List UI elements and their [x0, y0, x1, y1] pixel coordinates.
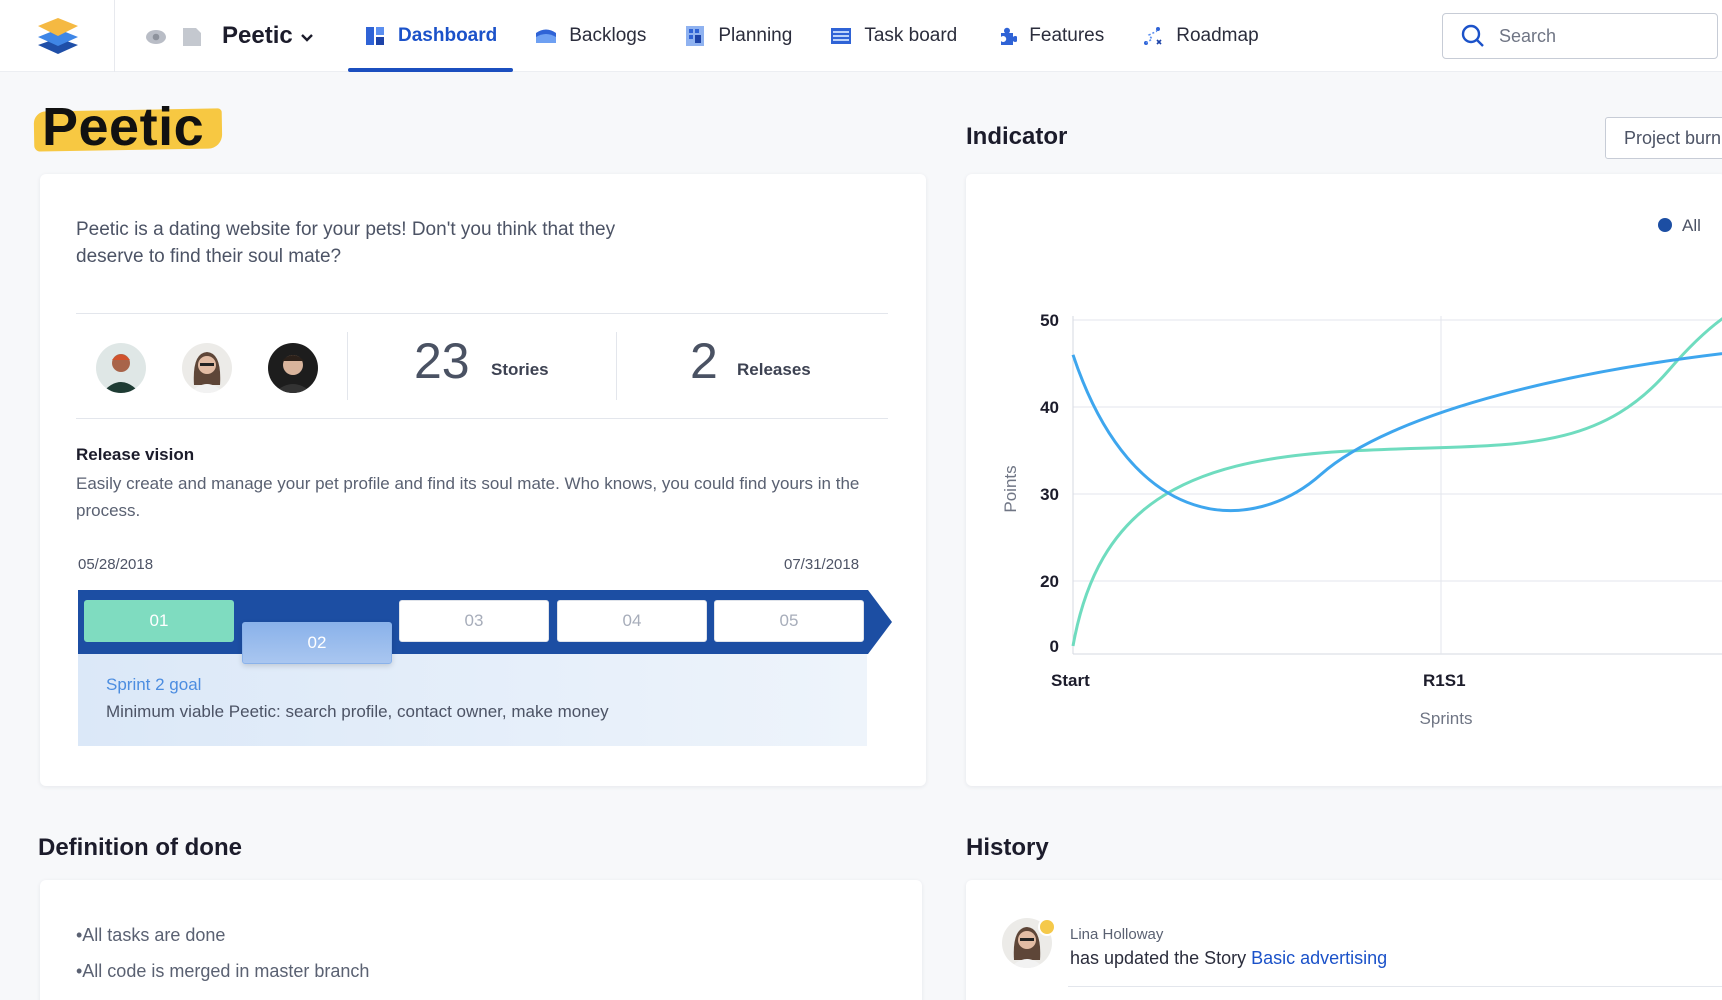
- releases-count: 2: [690, 333, 718, 389]
- stories-label: Stories: [491, 360, 549, 379]
- tab-backlogs-label: Backlogs: [569, 25, 647, 46]
- tab-planning-label: Planning: [718, 25, 793, 46]
- y-tick-label: 30: [1040, 485, 1059, 504]
- release-start-date: 05/28/2018: [78, 556, 154, 573]
- tab-planning[interactable]: Planning: [668, 0, 808, 72]
- divider: [1068, 986, 1722, 987]
- release-end-date: 07/31/2018: [784, 556, 860, 573]
- tab-dashboard-label: Dashboard: [398, 25, 498, 46]
- divider: [76, 418, 888, 419]
- top-navigation-bar: Peetic Dashboard Backlogs Planning Task …: [0, 0, 1722, 72]
- tab-task-board[interactable]: Task board: [814, 0, 973, 72]
- y-tick-label: 20: [1040, 572, 1059, 591]
- sprint-04[interactable]: 04: [557, 600, 707, 642]
- release-vision-title: Release vision: [76, 445, 195, 464]
- backlogs-icon: [536, 29, 557, 43]
- history-entry-text: has updated the Story Basic advertising: [1070, 948, 1387, 969]
- document-icon[interactable]: [183, 28, 201, 46]
- eye-icon[interactable]: [146, 30, 166, 44]
- definition-of-done-title: Definition of done: [38, 834, 242, 861]
- divider: [347, 332, 348, 400]
- x-tick-label: Start: [1051, 671, 1090, 690]
- user-status-badge: [1038, 918, 1056, 936]
- project-description: Peetic is a dating website for your pets…: [76, 219, 616, 267]
- task-board-icon: [831, 28, 852, 44]
- roadmap-icon: [1144, 27, 1162, 45]
- x-axis-label: Sprints: [1420, 709, 1473, 728]
- avatar[interactable]: [182, 343, 232, 393]
- history-title: History: [966, 834, 1049, 861]
- x-tick-label: R1S1: [1423, 671, 1466, 690]
- features-icon: [1001, 27, 1018, 45]
- tab-roadmap[interactable]: Roadmap: [1126, 0, 1274, 72]
- search-icon: [1461, 24, 1484, 47]
- divider: [76, 313, 888, 314]
- release-vision-text: Easily create and manage your pet profil…: [76, 474, 860, 520]
- sprint-goal-text: Minimum viable Peetic: search profile, c…: [106, 702, 609, 721]
- dod-item: •All code is merged in master branch: [76, 961, 370, 981]
- releases-label: Releases: [737, 360, 811, 379]
- history-user: Lina Holloway: [1070, 926, 1164, 943]
- avatar[interactable]: [268, 343, 318, 393]
- y-tick-label: 50: [1040, 311, 1059, 330]
- avatar[interactable]: [96, 343, 146, 393]
- dashboard-icon: [366, 27, 384, 45]
- sprint-goal-panel: [78, 654, 867, 746]
- legend-label: All: [1682, 216, 1701, 235]
- tab-roadmap-label: Roadmap: [1176, 25, 1259, 46]
- chevron-down-icon: [300, 34, 313, 42]
- chart-type-select[interactable]: Project burnup: [1605, 117, 1722, 159]
- search-box[interactable]: [1442, 13, 1718, 59]
- legend-marker: [1658, 218, 1672, 232]
- y-axis-label: Points: [1001, 465, 1020, 512]
- tab-backlogs[interactable]: Backlogs: [519, 0, 662, 72]
- project-selector[interactable]: Peetic: [222, 22, 313, 50]
- indicator-title: Indicator: [966, 123, 1068, 150]
- sprint-02[interactable]: 02: [242, 622, 392, 664]
- y-tick-label: 40: [1040, 398, 1059, 417]
- release-timeline: 01 03 04 05: [78, 590, 892, 654]
- burnup-chart: 020304050StartR1S1R1S2SprintsPointsAll: [1001, 216, 1722, 728]
- sprint-05[interactable]: 05: [714, 600, 864, 642]
- y-tick-label: 0: [1050, 637, 1059, 656]
- project-selector-label: Peetic: [222, 22, 293, 49]
- history-action: has updated the Story: [1070, 948, 1252, 968]
- project-title: Peetic: [33, 97, 223, 157]
- timeline-arrow: [868, 590, 892, 654]
- main-navigation: Dashboard Backlogs Planning Task board F…: [348, 0, 1275, 72]
- app-logo-icon[interactable]: [36, 14, 80, 58]
- dod-item: •All tasks are done: [76, 925, 226, 945]
- tab-dashboard[interactable]: Dashboard: [348, 0, 514, 72]
- series-line-all: [1071, 352, 1722, 513]
- planning-icon: [686, 26, 705, 46]
- divider: [616, 332, 617, 400]
- series-line: [1071, 317, 1722, 647]
- tab-task-board-label: Task board: [864, 25, 958, 46]
- stories-count: 23: [414, 333, 470, 389]
- sprint-03[interactable]: 03: [399, 600, 549, 642]
- sprint-01[interactable]: 01: [84, 600, 234, 642]
- header-divider: [114, 0, 115, 72]
- search-input[interactable]: [1499, 25, 1699, 47]
- project-title-text: Peetic: [42, 97, 205, 157]
- tab-features-label: Features: [1029, 25, 1105, 46]
- sprint-goal-title: Sprint 2 goal: [106, 675, 202, 694]
- history-story-link[interactable]: Basic advertising: [1251, 948, 1387, 968]
- tab-features[interactable]: Features: [979, 0, 1120, 72]
